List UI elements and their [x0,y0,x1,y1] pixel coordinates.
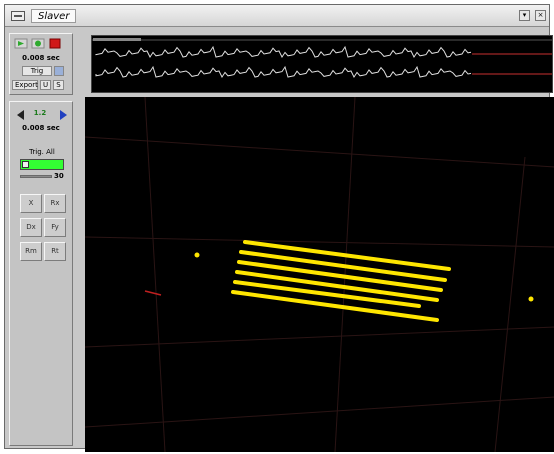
tool-x-button[interactable]: X [20,194,42,213]
step-forward-icon[interactable] [60,110,67,120]
timeline-cursor [93,38,141,41]
waveform-trace-1 [95,65,472,79]
mode-select[interactable]: Trig [22,66,52,76]
tool-fy-button[interactable]: Fy [44,218,66,237]
tool-rt-button[interactable]: Rt [44,242,66,261]
viewport-canvas [84,96,554,453]
stop-icon[interactable] [49,38,61,49]
app-window: Slaver ▾ × 0.008 sec Trig Export U S 1.2… [4,4,554,453]
window-menu-icon[interactable] [11,11,25,21]
trig-level-meter [20,159,64,170]
window-title: Slaver [31,9,77,23]
value-slider-track[interactable] [20,175,52,178]
tool-rm-button[interactable]: Rm [20,242,42,261]
tool-dx-button[interactable]: Dx [20,218,42,237]
export-u-button[interactable]: U [40,80,51,90]
marker-strips[interactable] [231,240,451,322]
axis-marker [144,290,162,296]
export-button[interactable]: Export [12,80,38,90]
control-panel: 1.2 0.008 sec Trig. All 30 X Rx Dx Fy Rm… [9,101,73,446]
marker-left[interactable] [194,252,200,258]
title-bar: Slaver ▾ × [5,5,549,27]
step-readout: 1.2 [33,109,47,117]
time-readout: 0.008 sec [22,54,60,62]
record-icon[interactable] [35,40,41,47]
playback-panel: 0.008 sec Trig Export U S [9,33,73,95]
window-close-button[interactable]: × [535,10,546,21]
mode-dropdown-icon[interactable] [54,66,64,76]
transport-icons [14,38,61,49]
tool-rx-button[interactable]: Rx [44,194,66,213]
window-dropdown-button[interactable]: ▾ [519,10,530,21]
slider-value: 30 [54,172,64,180]
waveform-plot [92,38,552,79]
step-back-icon[interactable] [17,110,24,120]
3d-viewport[interactable] [84,96,554,453]
trig-all-label: Trig. All [29,148,55,156]
waveform-strip[interactable] [91,35,553,93]
export-s-button[interactable]: S [53,80,64,90]
waveform-trace-0 [95,45,472,59]
marker-right[interactable] [528,296,534,302]
step-time-readout: 0.008 sec [22,124,60,132]
trig-level-handle[interactable] [22,161,29,168]
